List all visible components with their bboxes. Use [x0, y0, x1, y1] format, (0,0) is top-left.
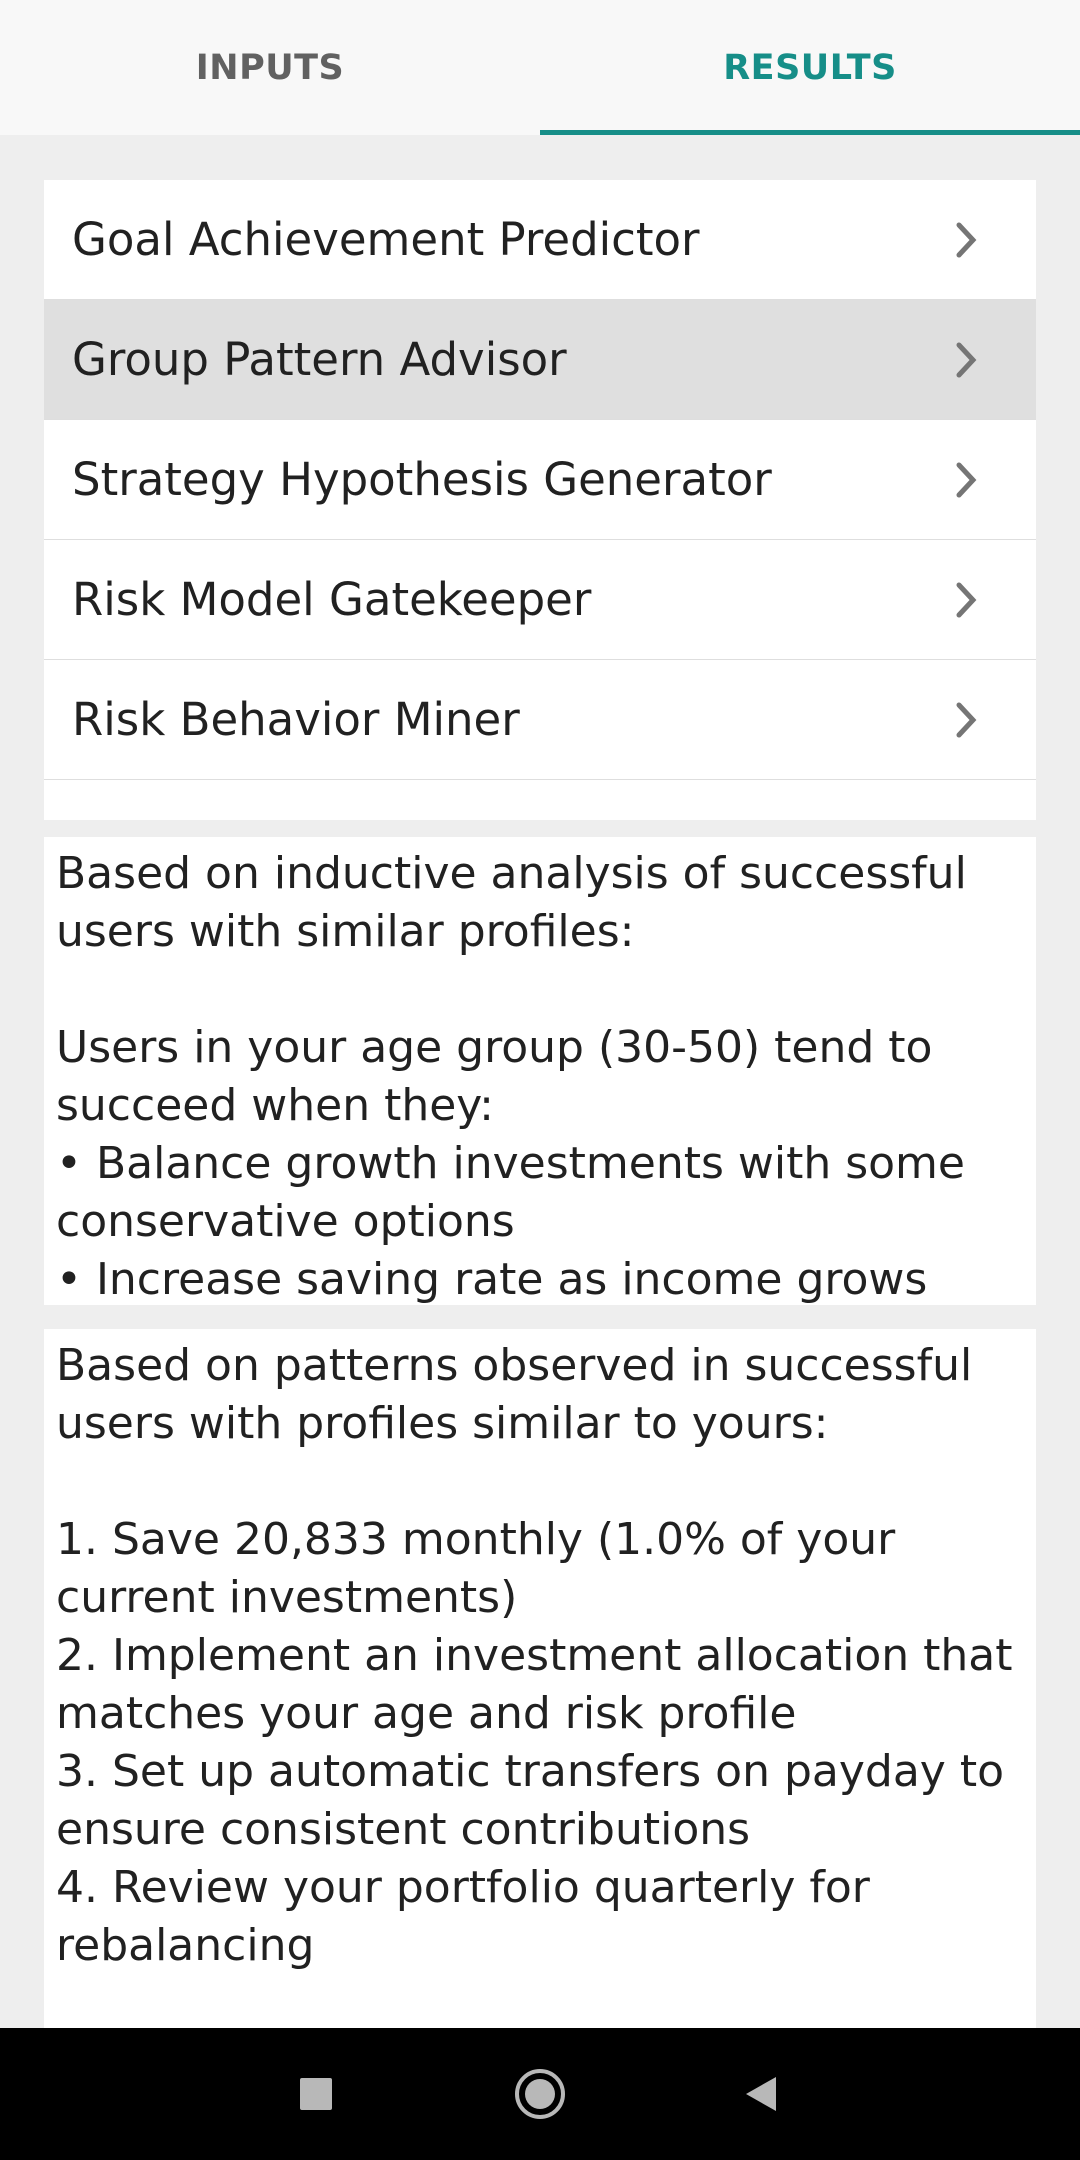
menu-item-label: Risk Behavior Miner [72, 693, 520, 746]
home-circle-icon [515, 2069, 565, 2119]
tab-results-label: RESULTS [723, 47, 897, 88]
tab-bar: INPUTS RESULTS [0, 0, 1080, 135]
result-card-text: Based on inductive analysis of successfu… [56, 848, 967, 1305]
result-card-text: Based on patterns observed in successful… [56, 1340, 1013, 1971]
menu-item-group-pattern-advisor[interactable]: Group Pattern Advisor [44, 300, 1036, 420]
menu-item-risk-behavior-miner[interactable]: Risk Behavior Miner [44, 660, 1036, 780]
menu-item-strategy-hypothesis-generator[interactable]: Strategy Hypothesis Generator [44, 420, 1036, 540]
menu-item-goal-achievement-predictor[interactable]: Goal Achievement Predictor [44, 180, 1036, 300]
chevron-right-icon [956, 462, 977, 497]
chevron-right-icon [956, 342, 977, 377]
tab-results[interactable]: RESULTS [540, 0, 1080, 135]
recents-button[interactable] [256, 2028, 376, 2160]
back-button[interactable] [701, 2028, 821, 2160]
menu-item-label: Strategy Hypothesis Generator [72, 453, 772, 506]
tab-inputs-label: INPUTS [195, 47, 345, 88]
active-tab-indicator [540, 130, 1080, 135]
chevron-right-icon [956, 702, 977, 737]
analysis-menu-list: Goal Achievement Predictor Group Pattern… [44, 180, 1036, 820]
tab-inputs[interactable]: INPUTS [0, 0, 540, 135]
recents-square-icon [300, 2078, 332, 2110]
menu-item-risk-model-gatekeeper[interactable]: Risk Model Gatekeeper [44, 540, 1036, 660]
menu-item-label: Risk Model Gatekeeper [72, 573, 592, 626]
chevron-right-icon [956, 582, 977, 617]
result-card-recommendations[interactable]: Based on patterns observed in successful… [44, 1329, 1036, 2028]
app-screen: INPUTS RESULTS Goal Achievement Predicto… [0, 0, 1080, 2160]
chevron-right-icon [956, 222, 977, 257]
menu-item-label: Group Pattern Advisor [72, 333, 567, 386]
system-navigation-bar [0, 2028, 1080, 2160]
home-button[interactable] [480, 2028, 600, 2160]
result-card-inductive-analysis[interactable]: Based on inductive analysis of successfu… [44, 837, 1036, 1305]
menu-item-label: Goal Achievement Predictor [72, 213, 700, 266]
back-triangle-icon [746, 2077, 776, 2111]
